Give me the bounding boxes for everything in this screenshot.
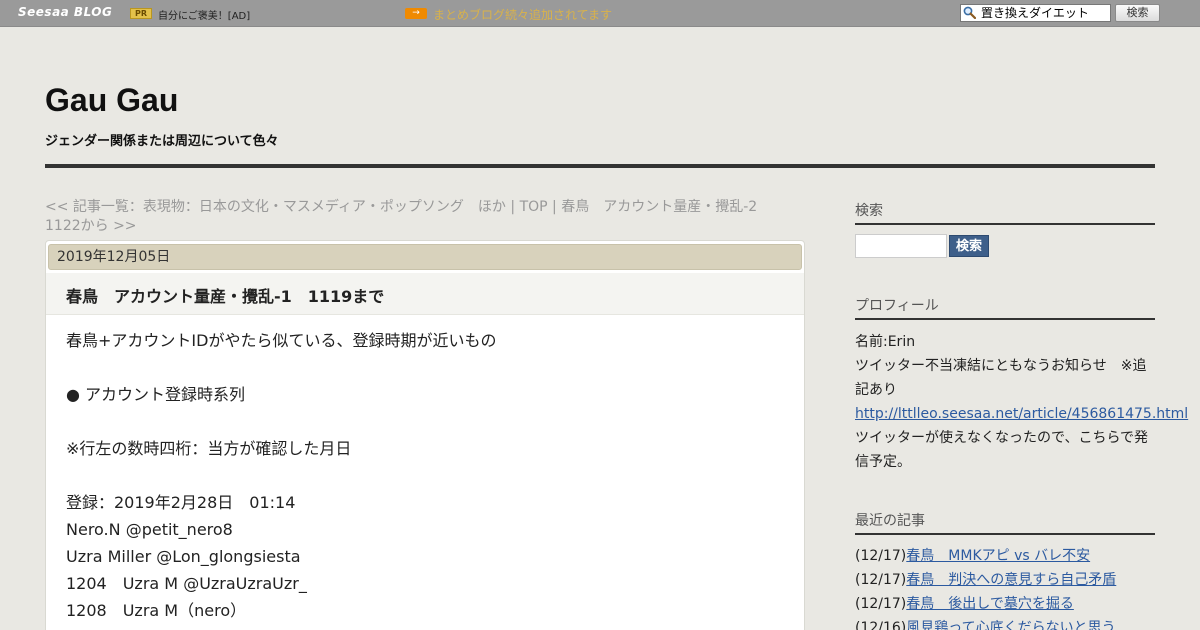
blog-title[interactable]: Gau Gau: [45, 82, 178, 119]
recent-article-link[interactable]: 春鳥 判決への意見すら自己矛盾: [906, 572, 1116, 588]
sidebar-recent-list: (12/17)春鳥 MMKアピ vs バレ不安 (12/17)春鳥 判決への意見…: [855, 544, 1155, 630]
recent-article-link[interactable]: 春鳥 MMKアピ vs バレ不安: [906, 548, 1090, 564]
recent-date: (12/17): [855, 572, 907, 588]
top-search-button[interactable]: 検索: [1115, 4, 1160, 22]
profile-notice: ツイッター不当凍結にともなうお知らせ ※追記あり: [855, 358, 1147, 398]
article-line: 春鳥+アカウントIDがやたら似ている、登録時期が近いもの: [66, 331, 497, 350]
article-line: ※行左の数時四桁：当方が確認した月日: [66, 439, 352, 458]
seesaa-blog-logo[interactable]: Seesaa BLOG: [18, 5, 112, 19]
sidebar-profile-heading: プロフィール: [855, 295, 1155, 320]
pr-badge: PR: [130, 8, 152, 19]
article-date: 2019年12月05日: [48, 244, 802, 270]
article-line: 1204 Uzra M @UzraUzraUzr_: [66, 574, 307, 593]
article-line: [66, 408, 786, 435]
article-line: Nero.N @petit_nero8: [66, 520, 233, 539]
profile-link[interactable]: http://lttlleo.seesaa.net/article/456861…: [855, 406, 1188, 422]
recent-date: (12/17): [855, 548, 907, 564]
blog-description: ジェンダー関係または周辺について色々: [45, 134, 279, 149]
sidebar-search-input[interactable]: [855, 234, 947, 258]
article-line: [66, 462, 786, 489]
article-line: 1208 Uzra M（nero）: [66, 601, 247, 620]
seesaa-top-bar: Seesaa BLOG PR 自分にご褒美！[AD] → まとめブログ続々追加さ…: [0, 0, 1200, 27]
header-divider: [45, 164, 1155, 168]
sidebar-search-button[interactable]: 検索: [949, 235, 989, 257]
recent-date: (12/17): [855, 596, 907, 612]
promo-link[interactable]: まとめブログ続々追加されてます: [433, 6, 612, 23]
list-item: (12/17)春鳥 判決への意見すら自己矛盾: [855, 568, 1155, 592]
list-item: (12/17)春鳥 後出しで墓穴を掘る: [855, 592, 1155, 616]
article-nav: << 記事一覧：表現物：日本の文化・マスメディア・ポップソング ほか | TOP…: [45, 198, 805, 236]
article-body: 春鳥+アカウントIDがやたら似ている、登録時期が近いもの ● アカウント登録時系…: [66, 327, 786, 624]
list-item: (12/16)風見鶏って心底くだらないと思う: [855, 616, 1155, 630]
sidebar-recent-heading: 最近の記事: [855, 510, 1155, 535]
article-line: [66, 354, 786, 381]
recent-article-link[interactable]: 風見鶏って心底くだらないと思う: [906, 620, 1115, 630]
nav-separator: |: [547, 199, 562, 215]
profile-name: 名前:Erin: [855, 334, 916, 350]
arrow-right-icon: →: [405, 8, 427, 19]
sidebar-profile: 名前:Erin ツイッター不当凍結にともなうお知らせ ※追記あり http://…: [855, 330, 1188, 474]
ad-link[interactable]: 自分にご褒美！[AD]: [158, 7, 250, 22]
top-link[interactable]: TOP: [520, 199, 548, 215]
search-icon: [963, 6, 976, 19]
recent-article-link[interactable]: 春鳥 後出しで墓穴を掘る: [906, 596, 1074, 612]
article-line: Uzra Miller @Lon_glongsiesta: [66, 547, 301, 566]
prev-article-link[interactable]: << 記事一覧：表現物：日本の文化・マスメディア・ポップソング ほか: [45, 199, 506, 215]
sidebar-search-heading: 検索: [855, 200, 1155, 225]
article-line: 登録：2019年2月28日 01:14: [66, 493, 296, 512]
list-item: (12/17)春鳥 MMKアピ vs バレ不安: [855, 544, 1155, 568]
top-search-input[interactable]: 置き換えダイエット: [960, 4, 1111, 22]
article-title[interactable]: 春鳥 アカウント量産・攪乱-1 1119まで: [66, 283, 384, 307]
recent-date: (12/16): [855, 620, 907, 630]
article-title-bar: 春鳥 アカウント量産・攪乱-1 1119まで: [46, 273, 804, 315]
article-line: ● アカウント登録時系列: [66, 385, 246, 404]
profile-note: ツイッターが使えなくなったので、こちらで発信予定。: [855, 430, 1149, 470]
nav-separator: |: [505, 199, 520, 215]
article-box: 2019年12月05日 春鳥 アカウント量産・攪乱-1 1119まで 春鳥+アカ…: [45, 240, 805, 630]
